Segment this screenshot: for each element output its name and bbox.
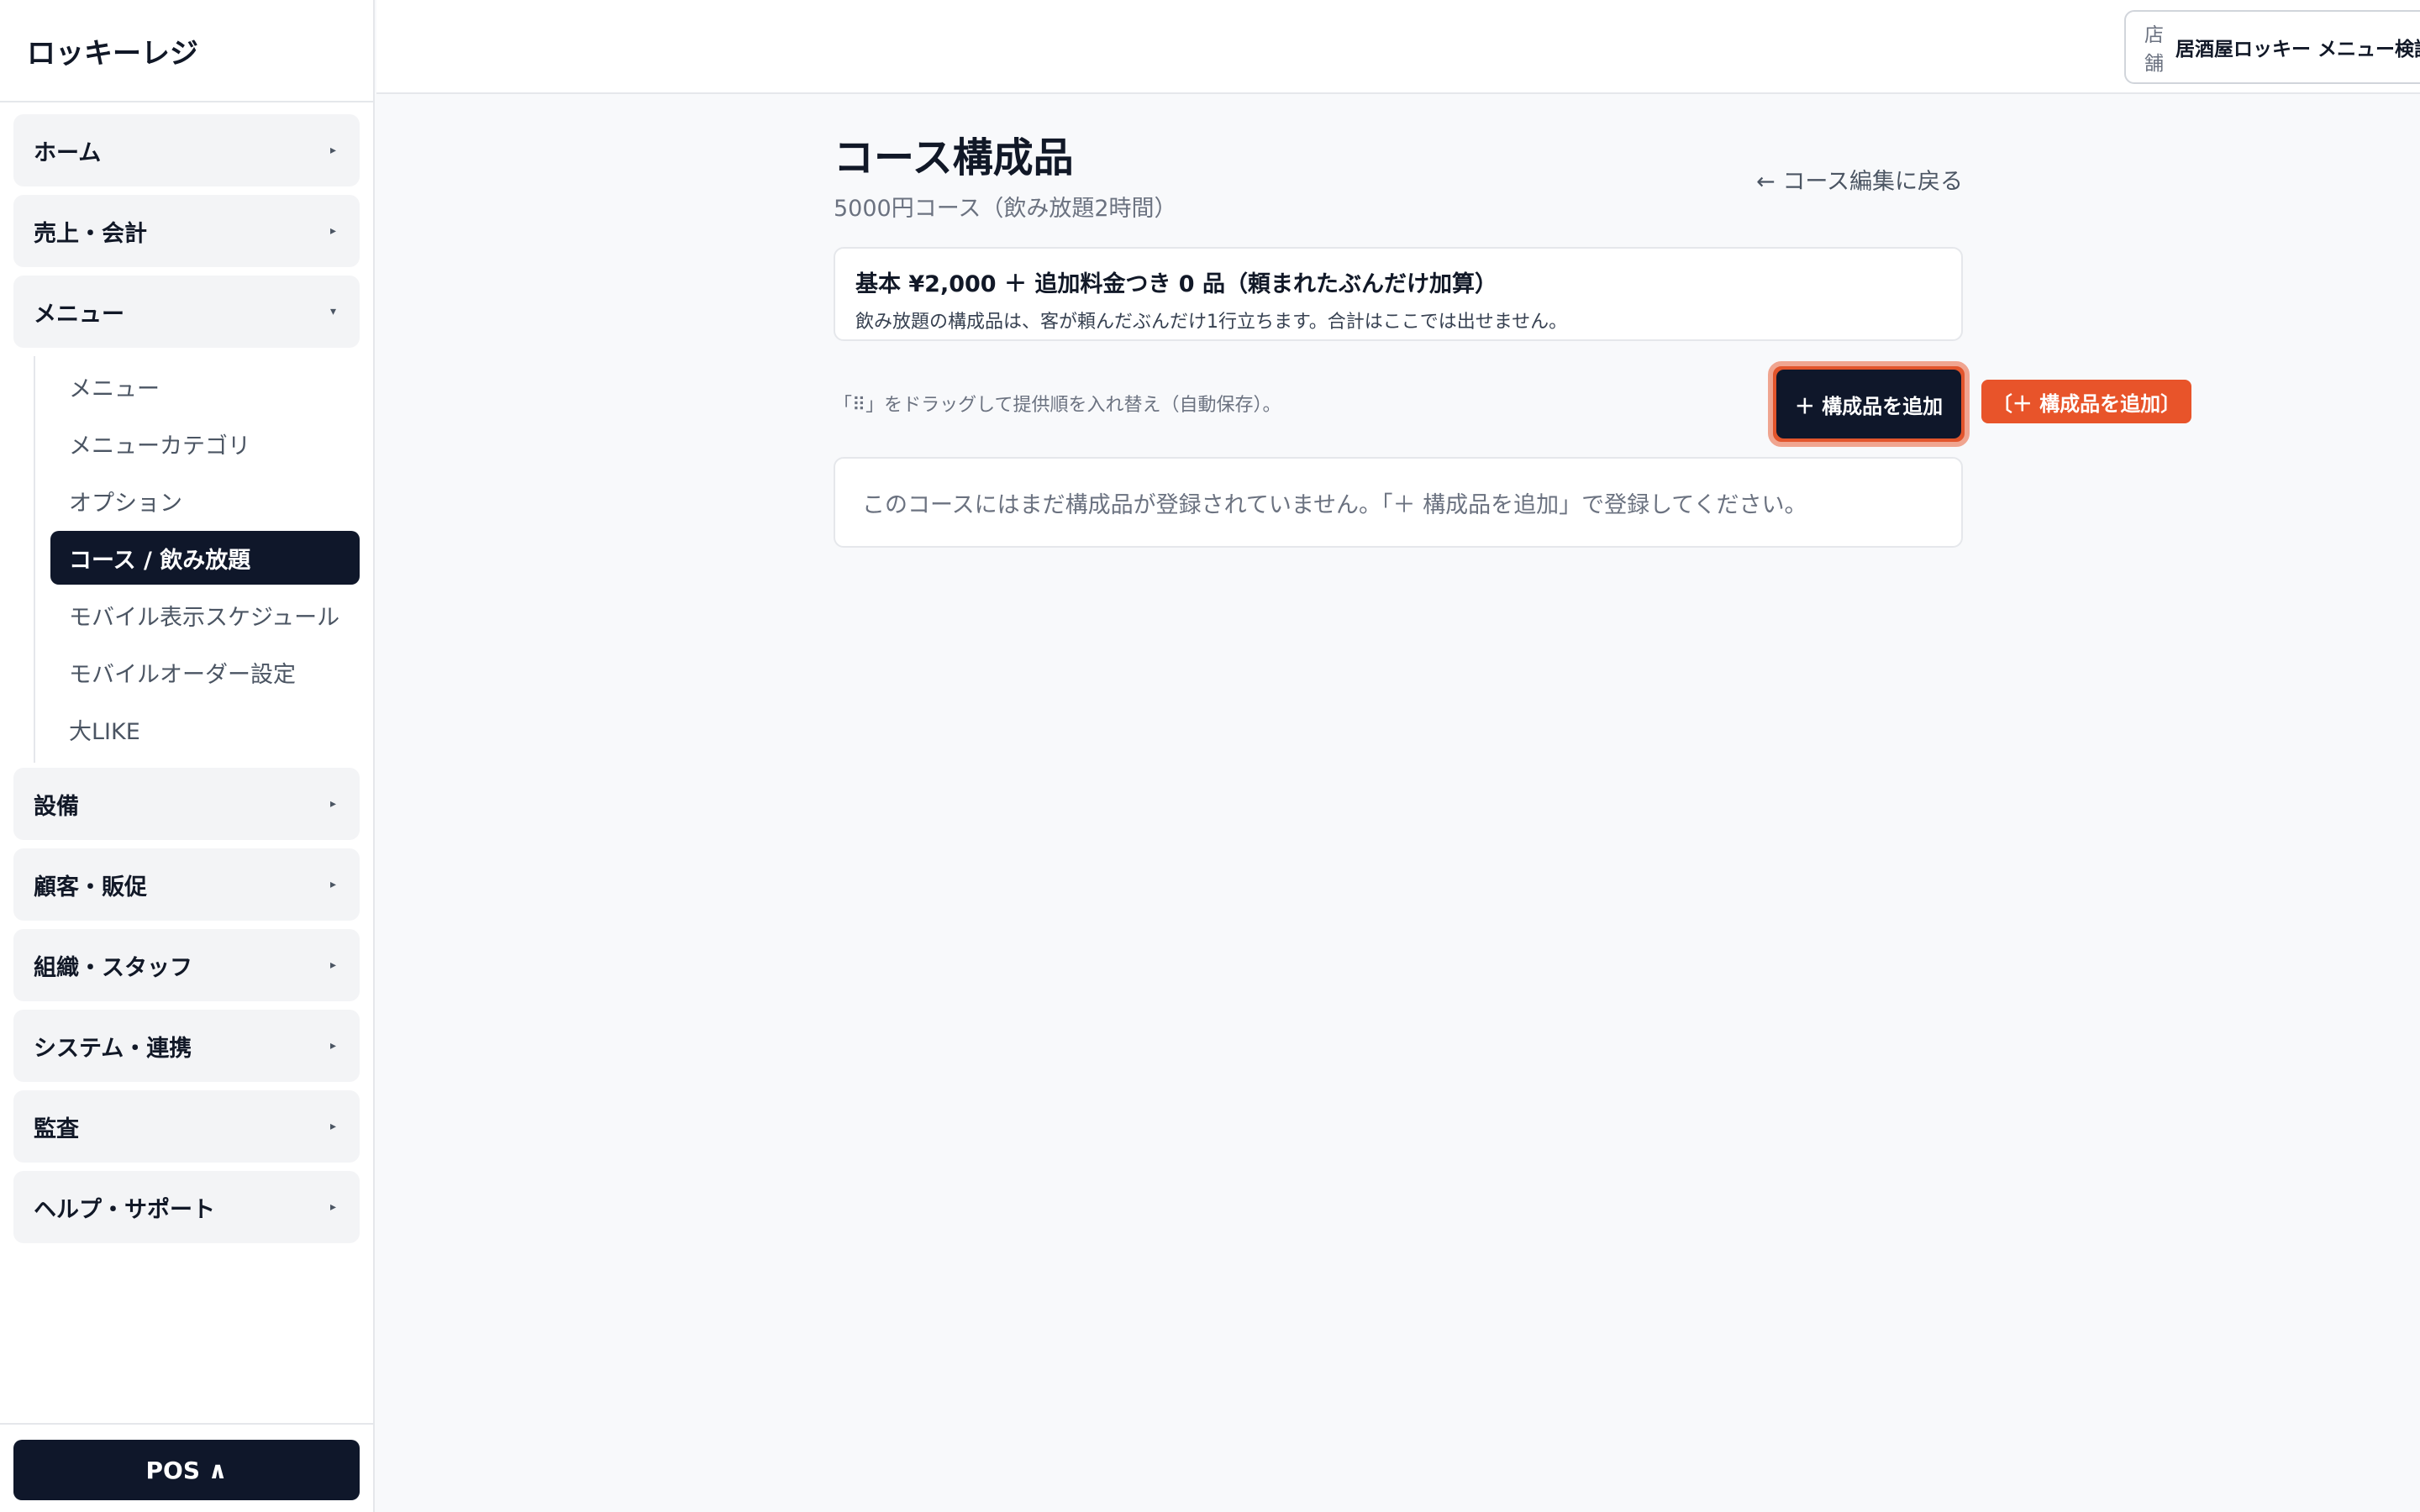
caret-right-icon: ▸ (329, 1120, 336, 1133)
caret-right-icon: ▸ (329, 878, 336, 891)
nav-group-label: 監査 (34, 1116, 79, 1142)
nav-group-label: ホーム (34, 139, 102, 166)
price-summary-card: 基本 ¥2,000 ＋ 追加料金つき 0 品（頼まれたぶんだけ加算） 飲み放題の… (834, 247, 1963, 341)
menu-subnav: メニュー メニューカテゴリ オプション コース / 飲み放題 モバイル表示スケジ… (34, 356, 360, 763)
price-summary-text: 基本 ¥2,000 ＋ 追加料金つき 0 品（頼まれたぶんだけ加算） (855, 271, 1497, 297)
nav-group-label: 組織・スタッフ (34, 954, 192, 981)
add-component-button-highlight: ＋ 構成品を追加 (1768, 361, 1970, 447)
price-summary-note: 飲み放題の構成品は、客が頼んだぶんだけ1行立ちます。合計はここでは出せません。 (855, 312, 1568, 333)
nav-group-label: 売上・会計 (34, 220, 147, 247)
caret-right-icon: ▸ (329, 797, 336, 811)
sidebar-item-mobile-schedule[interactable]: モバイル表示スケジュール (50, 588, 360, 642)
store-select-label: 店舗 (2144, 24, 2164, 75)
drag-reorder-hint: 「⠿」をドラッグして提供順を入れ替え（自動保存）。 (834, 395, 1281, 416)
app-root: ロッキーレジ ホーム ▸ 売上・会計 ▸ メニュー ▾ メニュー メニューカテゴ… (0, 0, 2420, 1512)
caret-right-icon: ▸ (329, 144, 336, 157)
nav-group-menu[interactable]: メニュー ▾ (13, 276, 360, 348)
sidebar-item-mobile-order-settings[interactable]: モバイルオーダー設定 (50, 645, 360, 699)
pos-button[interactable]: POS ∧ (13, 1440, 360, 1500)
nav-group-sales[interactable]: 売上・会計 ▸ (13, 195, 360, 267)
nav-group-label: 顧客・販促 (34, 874, 147, 900)
nav-group-system[interactable]: システム・連携 ▸ (13, 1010, 360, 1082)
empty-state-message: このコースにはまだ構成品が登録されていません。「＋ 構成品を追加」で登録してくだ… (862, 491, 1807, 518)
nav-group-audit[interactable]: 監査 ▸ (13, 1090, 360, 1163)
caret-right-icon: ▸ (329, 224, 336, 238)
sidebar-item-menu-category[interactable]: メニューカテゴリ (50, 417, 360, 470)
store-select[interactable]: 店舗 居酒屋ロッキー メニュー検証店 ⌄ (2124, 10, 2420, 84)
nav-group-organization[interactable]: 組織・スタッフ ▸ (13, 929, 360, 1001)
sidebar-item-course-all-you-can-drink[interactable]: コース / 飲み放題 (50, 531, 360, 585)
nav-group-label: システム・連携 (34, 1035, 192, 1062)
caret-down-icon: ▾ (329, 305, 336, 318)
caret-right-icon: ▸ (329, 958, 336, 972)
action-row: 「⠿」をドラッグして提供順を入れ替え（自動保存）。 ＋ 構成品を追加 〔＋ 構成… (834, 341, 2191, 457)
sidebar-footer: POS ∧ (0, 1423, 373, 1512)
title-row: コース構成品 5000円コース（飲み放題2時間） ← コース編集に戻る (834, 134, 1963, 227)
nav-group-label: 設備 (34, 793, 79, 820)
top-header: 店舗 居酒屋ロッキー メニュー検証店 ⌄ (376, 0, 2420, 94)
nav-group-equipment[interactable]: 設備 ▸ (13, 768, 360, 840)
sidebar-item-options[interactable]: オプション (50, 474, 360, 528)
add-component-button[interactable]: ＋ 構成品を追加 (1776, 370, 1961, 438)
empty-state-card: このコースにはまだ構成品が登録されていません。「＋ 構成品を追加」で登録してくだ… (834, 457, 1963, 548)
nav-group-customers[interactable]: 顧客・販促 ▸ (13, 848, 360, 921)
back-to-course-edit-link[interactable]: ← コース編集に戻る (1756, 163, 1963, 196)
main-content: コース構成品 5000円コース（飲み放題2時間） ← コース編集に戻る 基本 ¥… (834, 134, 2191, 548)
sidebar: ロッキーレジ ホーム ▸ 売上・会計 ▸ メニュー ▾ メニュー メニューカテゴ… (0, 0, 375, 1512)
nav-group-label: メニュー (34, 301, 124, 328)
brand-logo[interactable]: ロッキーレジ (0, 0, 373, 102)
sidebar-item-menu[interactable]: メニュー (50, 360, 360, 413)
caret-right-icon: ▸ (329, 1039, 336, 1053)
sidebar-item-dai-like[interactable]: 大LIKE (50, 702, 360, 756)
sidebar-nav: ホーム ▸ 売上・会計 ▸ メニュー ▾ メニュー メニューカテゴリ オプション… (0, 102, 373, 1243)
nav-group-home[interactable]: ホーム ▸ (13, 114, 360, 186)
add-component-annotation-tag: 〔＋ 構成品を追加〕 (1981, 380, 2191, 423)
nav-group-help[interactable]: ヘルプ・サポート ▸ (13, 1171, 360, 1243)
nav-group-label: ヘルプ・サポート (34, 1196, 215, 1223)
store-select-value: 居酒屋ロッキー メニュー検証店 (2175, 39, 2420, 60)
caret-right-icon: ▸ (329, 1200, 336, 1214)
